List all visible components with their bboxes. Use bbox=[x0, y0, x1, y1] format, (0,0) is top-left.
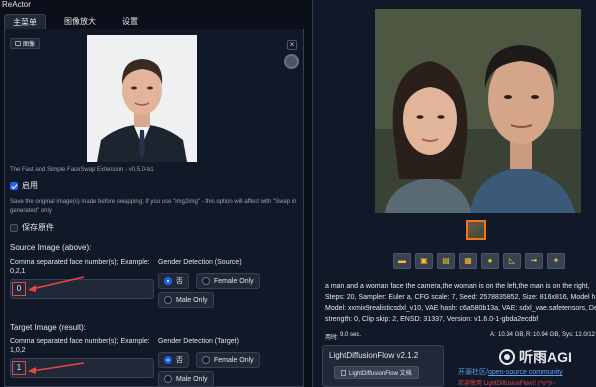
palette-icon[interactable]: ● bbox=[481, 253, 499, 269]
source-gender-none-label: 否 bbox=[176, 278, 183, 285]
vram-r-label: R: bbox=[526, 332, 532, 338]
vram-r-value: 10.94 GB, bbox=[533, 332, 561, 338]
source-gender-male-radio[interactable]: Male Only bbox=[158, 292, 214, 308]
image-icon[interactable]: ▦ bbox=[459, 253, 477, 269]
result-thumbnail[interactable] bbox=[466, 220, 486, 240]
target-gender-male-radio[interactable]: Male Only bbox=[158, 371, 214, 387]
radio-dot bbox=[164, 356, 172, 364]
flow-doc-label: LightDiffusionFlow 文档 bbox=[349, 371, 412, 377]
save-icon[interactable]: ▣ bbox=[415, 253, 433, 269]
source-gender-none-radio[interactable]: 否 bbox=[158, 273, 189, 289]
save-original-checkbox[interactable] bbox=[10, 223, 18, 232]
sys-value: 12.0/12 bbox=[575, 332, 596, 338]
save-original-row[interactable]: 保存原件 bbox=[10, 222, 54, 233]
target-section-label: Target Image (result): bbox=[10, 323, 87, 332]
source-face-value: 0 bbox=[12, 282, 26, 296]
close-image-button[interactable]: × bbox=[287, 40, 297, 50]
welcome-link[interactable]: 欢迎使用 LightDiffusionFlow!! (^o^)/~ bbox=[458, 378, 556, 387]
sys-label: Sys: bbox=[562, 332, 574, 338]
source-gender-male-label: Male Only bbox=[176, 296, 208, 304]
target-gender-none-radio[interactable]: 否 bbox=[158, 352, 189, 368]
enable-label: 启用 bbox=[22, 181, 38, 190]
send-icon[interactable]: ➟ bbox=[525, 253, 543, 269]
panel-title: ReActor bbox=[2, 0, 31, 9]
document-icon bbox=[341, 369, 346, 376]
target-gender-male-label: Male Only bbox=[176, 375, 208, 383]
radio-dot bbox=[164, 375, 172, 383]
source-gender-female-radio[interactable]: Female Only bbox=[196, 273, 260, 289]
extension-description: The Fast and Simple FaceSwap Extension -… bbox=[10, 167, 154, 173]
gen-info-model: Model: xxmix9realisticsdxl_v10, VAE hash… bbox=[325, 305, 596, 312]
red-arrow-icon bbox=[28, 362, 85, 374]
folder-icon[interactable]: ▬ bbox=[393, 253, 411, 269]
image-icon bbox=[15, 41, 21, 46]
time-label: 用时: bbox=[325, 335, 339, 341]
ruler-icon[interactable]: ◺ bbox=[503, 253, 521, 269]
source-portrait bbox=[87, 35, 197, 162]
flow-doc-button[interactable]: LightDiffusionFlow 文档 bbox=[334, 366, 419, 379]
target-gender-female-label: Female Only bbox=[214, 356, 254, 364]
watermark-text: 听雨AGI bbox=[519, 349, 572, 365]
target-face-field-label: Comma separated face number(s); Example:… bbox=[10, 338, 150, 354]
tab-settings[interactable]: 设置 bbox=[114, 14, 146, 29]
flow-title: LightDiffusionFlow v2.1.2 bbox=[329, 351, 419, 360]
enable-checkbox[interactable] bbox=[10, 181, 18, 190]
radio-dot bbox=[202, 356, 210, 364]
target-gender-label: Gender Detection (Target) bbox=[158, 338, 239, 345]
save-original-note: Save the original image(s) made before s… bbox=[10, 199, 297, 214]
source-face-image[interactable] bbox=[87, 35, 197, 162]
target-gender-female-radio[interactable]: Female Only bbox=[196, 352, 260, 368]
target-face-value: 1 bbox=[12, 361, 26, 375]
image-chip: 图像 bbox=[10, 38, 41, 49]
tab-bar: 主菜单 图像放大 设置 bbox=[4, 14, 146, 29]
watermark: 听雨AGI bbox=[499, 344, 572, 370]
refresh-icon[interactable] bbox=[284, 54, 299, 69]
radio-dot bbox=[164, 296, 172, 304]
generation-info: a man and a woman face the camera,the wo… bbox=[325, 281, 596, 325]
radio-dot bbox=[202, 277, 210, 285]
gen-info-params: Steps: 20, Sampler: Euler a, CFG scale: … bbox=[325, 294, 596, 301]
image-toolbar: ▬ ▣ ▤ ▦ ● ◺ ➟ ✦ bbox=[393, 253, 565, 269]
image-chip-label: 图像 bbox=[23, 42, 36, 48]
gen-info-version: strength: 0, Clip skip: 2, ENSD: 31337, … bbox=[325, 316, 539, 323]
watermark-logo-icon bbox=[499, 349, 515, 365]
tab-main-menu[interactable]: 主菜单 bbox=[4, 14, 46, 29]
community-link-prefix: 开源社区/ bbox=[458, 369, 488, 376]
radio-dot bbox=[164, 277, 172, 285]
sparkle-icon[interactable]: ✦ bbox=[547, 253, 565, 269]
vram-a-label: A: bbox=[490, 332, 496, 338]
reactor-panel: ReActor 主菜单 图像放大 设置 图像 × The Fast and Si… bbox=[0, 0, 306, 387]
tab-upscale[interactable]: 图像放大 bbox=[56, 14, 104, 29]
red-arrow-icon bbox=[28, 276, 85, 292]
gen-info-prompt: a man and a woman face the camera,the wo… bbox=[325, 283, 590, 290]
performance-stats: 用时: 9.0 sec. A: 10.34 GB, R: 10.94 GB, S… bbox=[322, 330, 596, 342]
community-link-accent: open-source community bbox=[487, 369, 563, 376]
enable-checkbox-row[interactable]: 启用 bbox=[10, 180, 38, 191]
result-portrait bbox=[375, 9, 581, 213]
archive-icon[interactable]: ▤ bbox=[437, 253, 455, 269]
source-gender-label: Gender Detection (Source) bbox=[158, 259, 242, 266]
save-original-label: 保存原件 bbox=[22, 223, 54, 232]
result-image[interactable] bbox=[375, 9, 581, 213]
source-section-label: Source Image (above): bbox=[10, 243, 92, 252]
time-value: 9.0 sec. bbox=[340, 332, 362, 338]
source-gender-female-label: Female Only bbox=[214, 277, 254, 285]
vram-a-value: 10.34 GB, bbox=[498, 332, 526, 338]
target-gender-none-label: 否 bbox=[176, 357, 183, 364]
